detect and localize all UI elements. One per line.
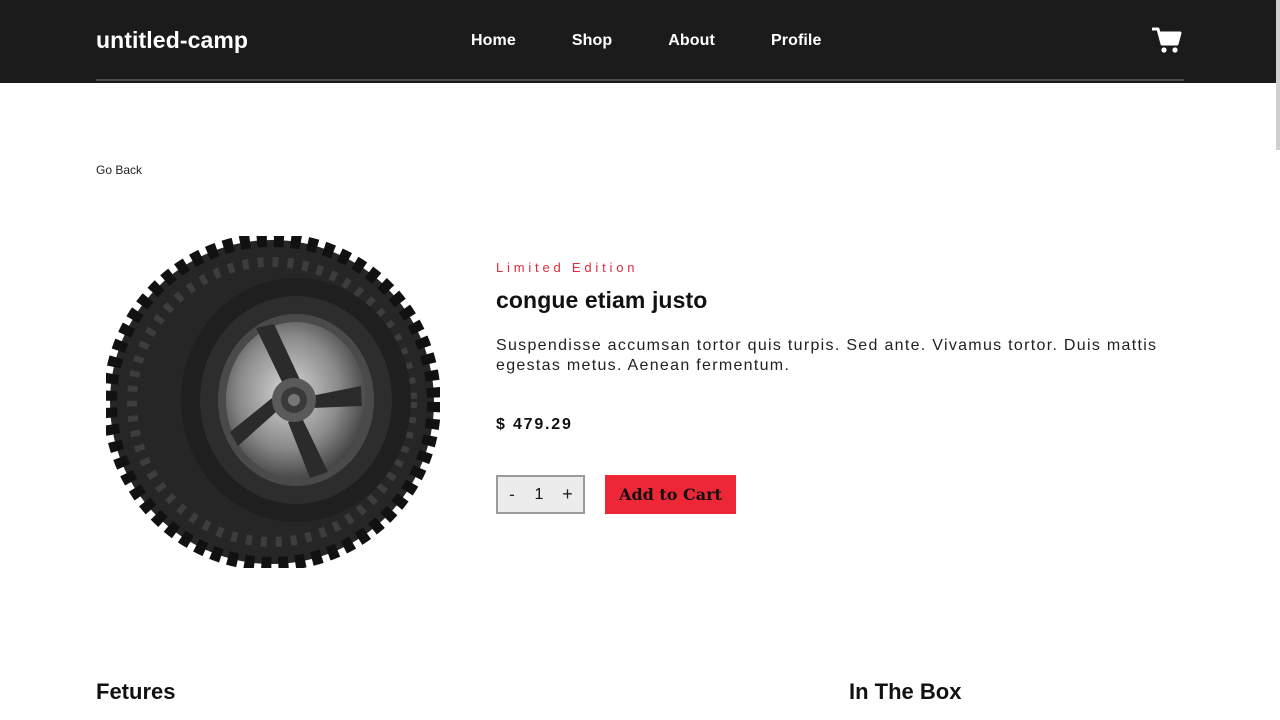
tire-image <box>103 233 441 571</box>
top-navigation-bar: untitled-camp Home Shop About Profile <box>0 0 1280 83</box>
quantity-decrease-button[interactable]: - <box>498 485 526 505</box>
features-heading: Fetures <box>96 679 176 704</box>
brand-logo[interactable]: untitled-camp <box>96 27 248 54</box>
product-description: Suspendisse accumsan tortor quis turpis.… <box>496 337 1158 374</box>
quantity-stepper: - 1 + <box>496 475 585 514</box>
page-scrollbar[interactable] <box>1276 0 1280 150</box>
product-title: congue etiam justo <box>496 287 708 313</box>
navbar-inner: untitled-camp Home Shop About Profile <box>96 0 1184 81</box>
quantity-increase-button[interactable]: + <box>552 484 583 505</box>
nav-about[interactable]: About <box>668 32 715 50</box>
main-nav: Home Shop About Profile <box>471 32 877 50</box>
in-the-box-heading: In The Box <box>849 679 962 704</box>
product-price: $ 479.29 <box>496 416 573 433</box>
add-to-cart-button[interactable]: Add to Cart <box>605 475 736 514</box>
cart-icon[interactable] <box>1151 26 1182 54</box>
nav-shop[interactable]: Shop <box>572 32 612 50</box>
quantity-value[interactable]: 1 <box>526 486 552 504</box>
nav-profile[interactable]: Profile <box>771 32 822 50</box>
edition-label: Limited Edition <box>496 260 639 275</box>
nav-home[interactable]: Home <box>471 32 516 50</box>
go-back-link[interactable]: Go Back <box>96 163 142 177</box>
